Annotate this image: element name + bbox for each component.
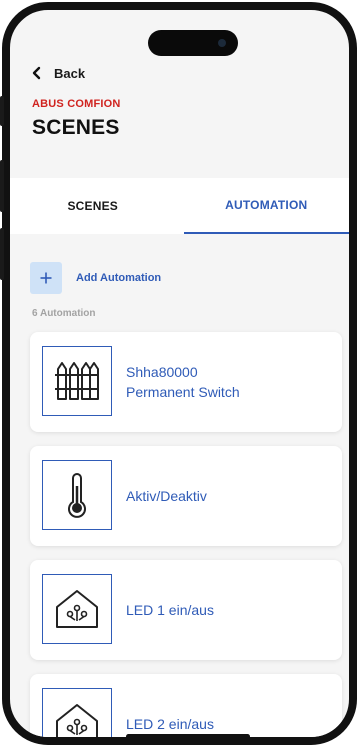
automation-name: Shha80000 bbox=[126, 364, 198, 380]
add-automation-button[interactable] bbox=[30, 262, 62, 294]
tab-automation[interactable]: AUTOMATION bbox=[183, 178, 349, 234]
camera-notch bbox=[148, 30, 238, 56]
automation-subtitle: Permanent Switch bbox=[126, 384, 240, 400]
automation-card[interactable]: Aktiv/Deaktiv bbox=[30, 446, 342, 546]
automation-name: LED 1 ein/aus bbox=[126, 602, 214, 618]
automation-text: LED 1 ein/aus bbox=[126, 560, 332, 660]
back-label: Back bbox=[54, 65, 86, 81]
automation-text: Shha80000 Permanent Switch bbox=[126, 332, 332, 432]
brand-label: ABUS COMFION bbox=[32, 98, 121, 110]
automation-card[interactable]: Shha80000 Permanent Switch bbox=[30, 332, 342, 432]
tab-bar: SCENES AUTOMATION bbox=[10, 178, 349, 234]
thermometer-icon bbox=[68, 473, 86, 518]
automation-icon-box bbox=[42, 574, 112, 644]
phone-side-button bbox=[0, 228, 4, 280]
smart-home-icon bbox=[56, 704, 98, 737]
smart-home-icon bbox=[56, 590, 98, 628]
phone-side-button bbox=[0, 160, 4, 212]
add-automation-label: Add Automation bbox=[76, 272, 162, 284]
automation-count: 6 Automation bbox=[32, 308, 96, 319]
home-indicator[interactable] bbox=[126, 734, 250, 737]
fence-icon bbox=[55, 362, 99, 400]
automation-card[interactable]: LED 1 ein/aus bbox=[30, 560, 342, 660]
automation-icon-box bbox=[42, 346, 112, 416]
automation-name: LED 2 ein/aus bbox=[126, 716, 214, 732]
automation-icon-box bbox=[42, 460, 112, 530]
page-title: SCENES bbox=[32, 116, 120, 139]
app-screen: Back ABUS COMFION SCENES SCENES AUTOMATI… bbox=[10, 10, 349, 737]
back-button[interactable]: Back bbox=[30, 62, 85, 84]
tab-scenes[interactable]: SCENES bbox=[10, 178, 184, 234]
automation-name: Aktiv/Deaktiv bbox=[126, 488, 207, 504]
automation-text: Aktiv/Deaktiv bbox=[126, 446, 332, 546]
phone-frame: Back ABUS COMFION SCENES SCENES AUTOMATI… bbox=[2, 2, 357, 745]
add-automation-row[interactable]: Add Automation bbox=[30, 262, 161, 294]
automation-icon-box bbox=[42, 688, 112, 737]
phone-side-button bbox=[0, 96, 4, 126]
chevron-left-icon bbox=[32, 66, 41, 80]
camera-lens bbox=[218, 39, 226, 47]
plus-icon bbox=[40, 272, 52, 284]
